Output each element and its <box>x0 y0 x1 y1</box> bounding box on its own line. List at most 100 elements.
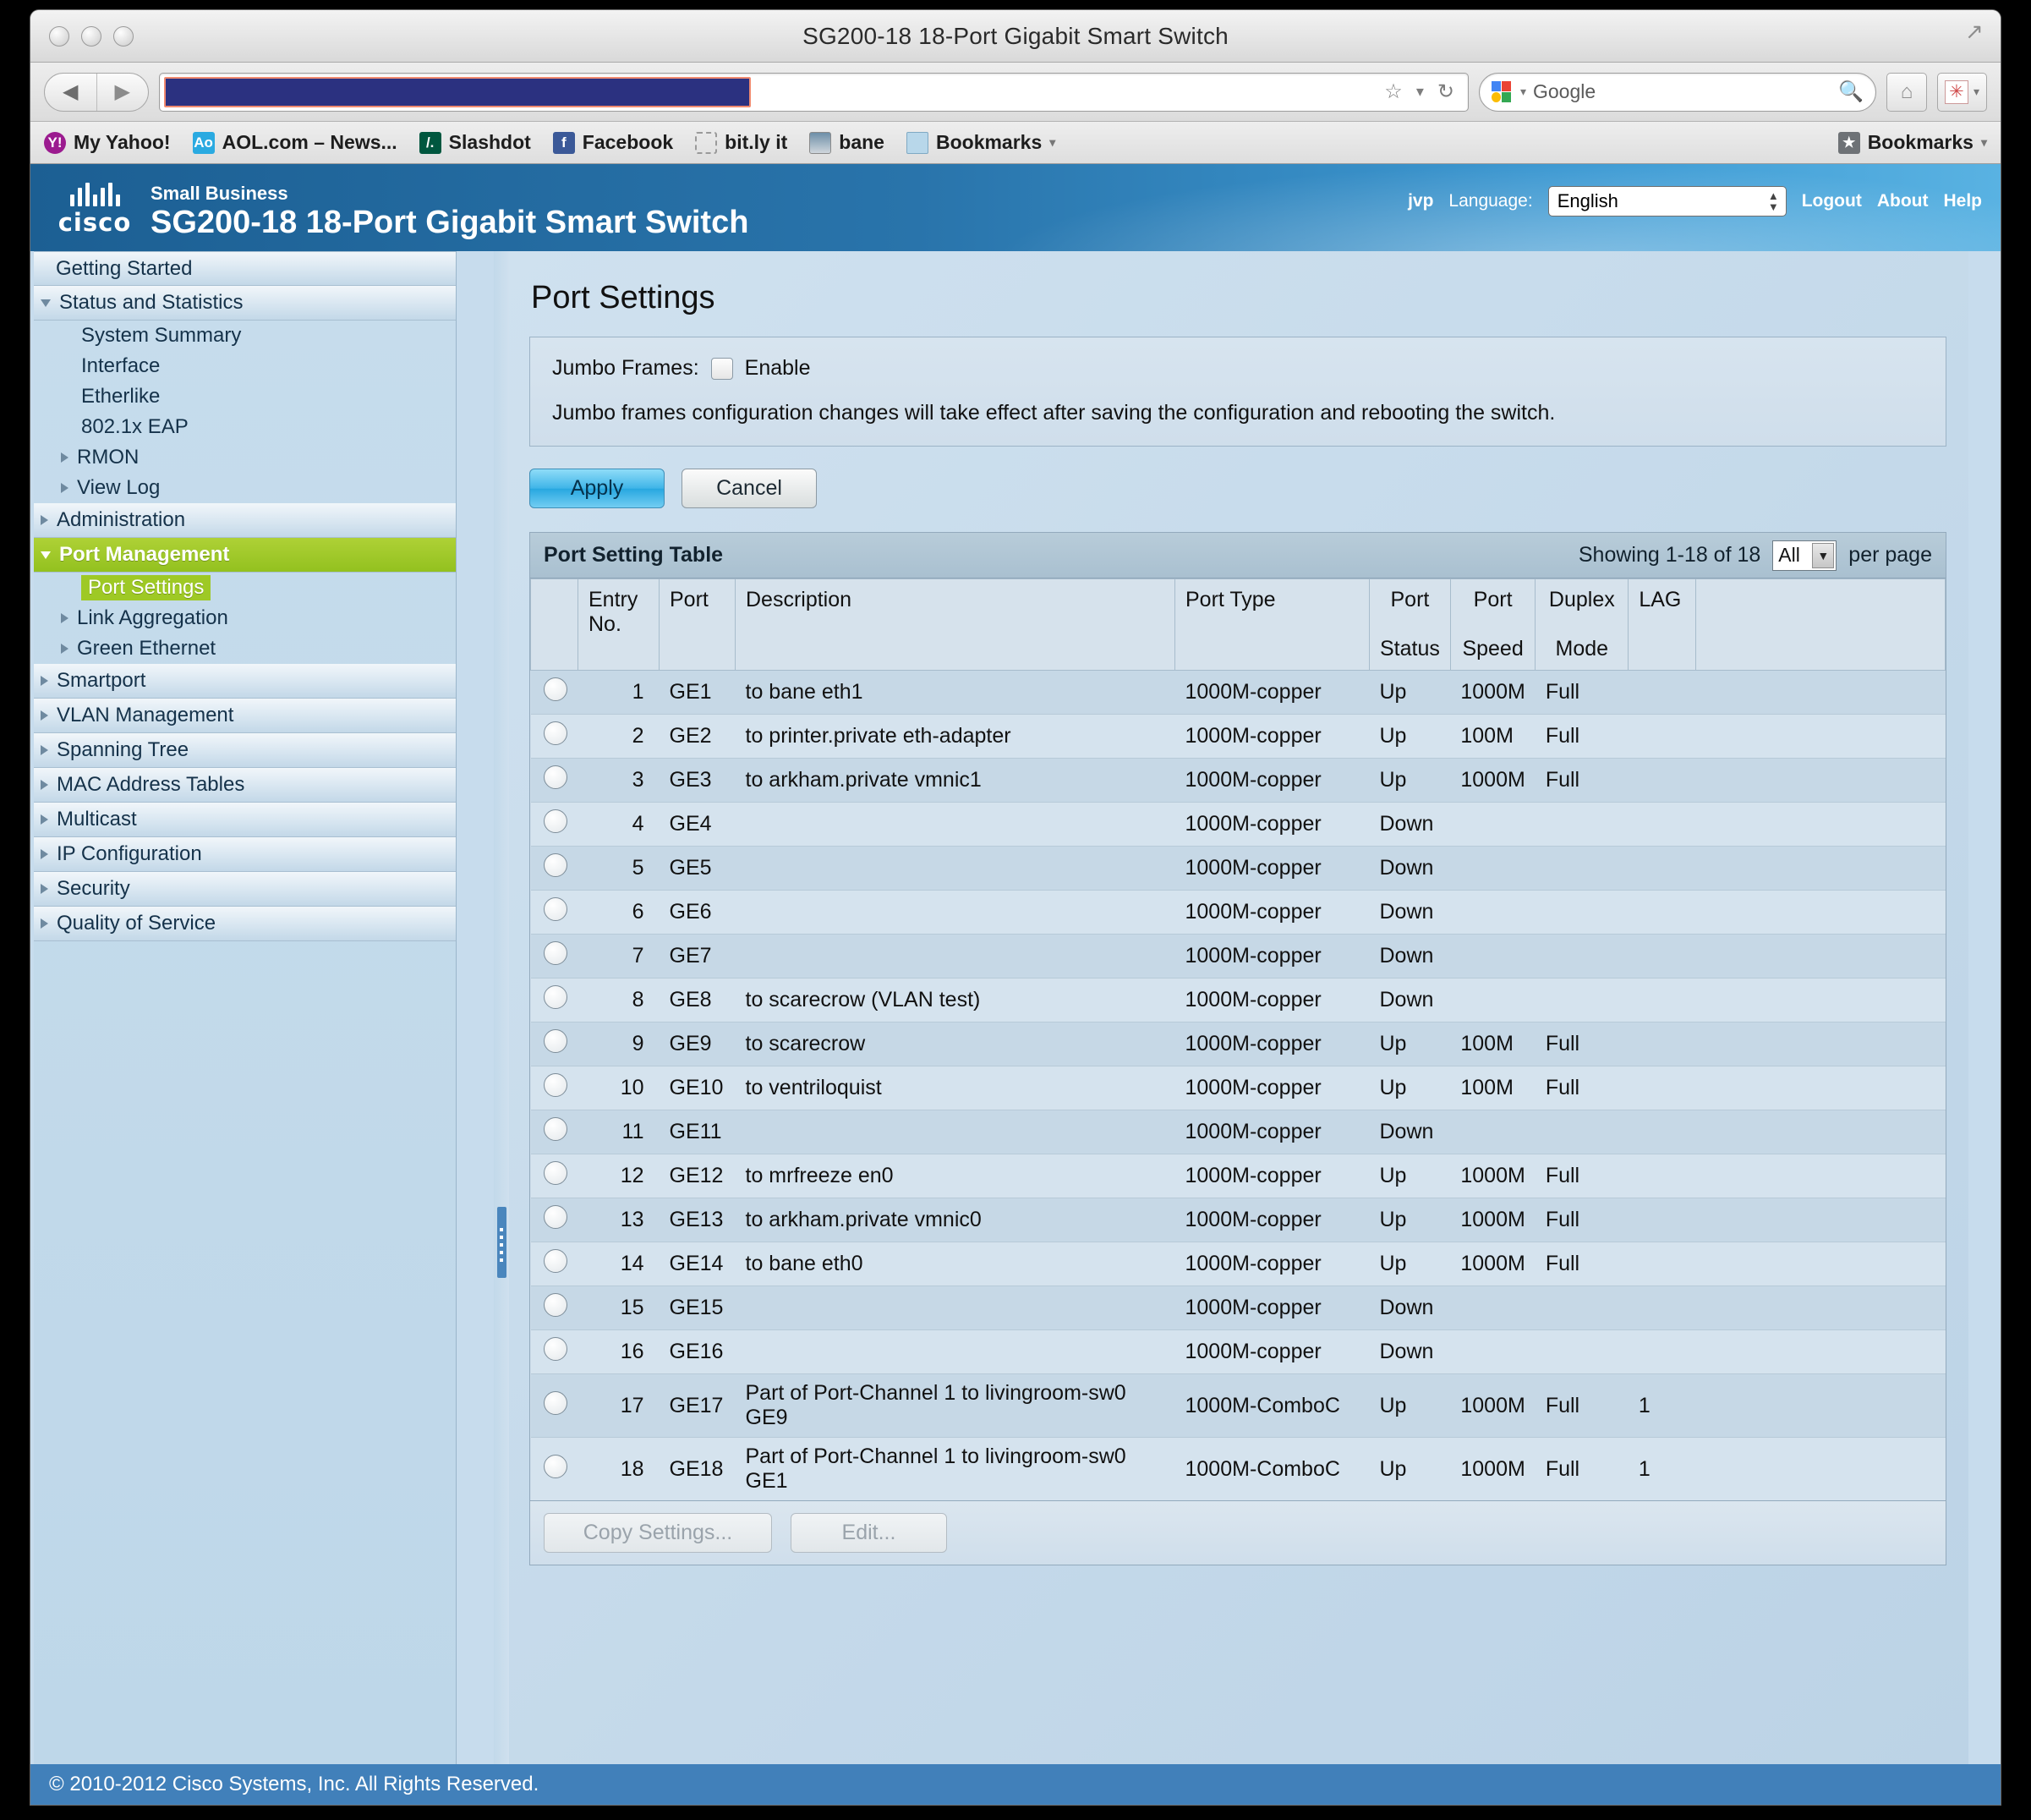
cancel-button[interactable]: Cancel <box>682 469 817 508</box>
chevron-down-icon[interactable] <box>41 551 51 559</box>
close-button[interactable] <box>49 26 69 47</box>
row-select-cell[interactable] <box>530 1198 578 1242</box>
sidebar-item-getting-started[interactable]: Getting Started <box>34 251 456 286</box>
sidebar-item-vlan-management[interactable]: VLAN Management <box>34 699 456 733</box>
chevron-right-icon[interactable] <box>41 710 48 721</box>
sidebar-item-status-and-statistics[interactable]: Status and Statistics <box>34 286 456 321</box>
row-select-cell[interactable] <box>530 714 578 759</box>
bookmark-star-icon[interactable]: ☆ <box>1384 79 1403 104</box>
bookmark-folder-bookmarks[interactable]: Bookmarks ▾ <box>906 131 1055 154</box>
table-row[interactable]: 13 GE13 to arkham.private vmnic0 1000M-copp… <box>530 1198 1946 1242</box>
row-radio-button[interactable] <box>543 765 567 789</box>
reload-icon[interactable]: ↻ <box>1437 79 1454 104</box>
chevron-right-icon[interactable] <box>41 884 48 894</box>
table-row[interactable]: 4 GE4 1000M-copper Down <box>530 802 1946 847</box>
search-icon[interactable]: 🔍 <box>1838 79 1864 104</box>
row-select-cell[interactable] <box>530 1110 578 1154</box>
bookmarks-menu-button[interactable]: ★ Bookmarks ▾ <box>1837 131 1987 154</box>
bookmark-slashdot[interactable]: /. Slashdot <box>419 131 531 154</box>
chevron-right-icon[interactable] <box>41 849 48 859</box>
sidebar-item-ip-configuration[interactable]: IP Configuration <box>34 837 456 872</box>
sidebar-item-green-ethernet[interactable]: Green Ethernet <box>34 633 456 664</box>
table-row[interactable]: 3 GE3 to arkham.private vmnic1 1000M-copper… <box>530 758 1946 803</box>
chevron-right-icon[interactable] <box>41 918 48 929</box>
per-page-select[interactable]: All ▼ <box>1772 540 1837 571</box>
row-radio-button[interactable] <box>543 677 567 701</box>
chevron-right-icon[interactable] <box>41 676 48 686</box>
row-radio-button[interactable] <box>543 809 567 833</box>
row-radio-button[interactable] <box>543 1029 567 1053</box>
sidebar-item-port-management[interactable]: Port Management <box>34 538 456 573</box>
home-button[interactable]: ⌂ <box>1886 72 1927 112</box>
sidebar-item-port-settings[interactable]: Port Settings <box>34 573 456 603</box>
chevron-right-icon[interactable] <box>61 613 68 623</box>
back-button[interactable]: ◀ <box>45 73 97 111</box>
row-radio-button[interactable] <box>543 941 567 965</box>
row-radio-button[interactable] <box>543 1205 567 1229</box>
row-select-cell[interactable] <box>530 1286 578 1330</box>
nav-back-forward[interactable]: ◀ ▶ <box>44 72 149 112</box>
table-row[interactable]: 8 GE8 to scarecrow (VLAN test) 1000M-copper… <box>530 978 1946 1022</box>
row-radio-button[interactable] <box>543 897 567 921</box>
table-row[interactable]: 12 GE12 to mrfreeze en0 1000M-copper Up 1000M… <box>530 1154 1946 1198</box>
table-row[interactable]: 14 GE14 to bane eth0 1000M-copper Up 1000M Ful… <box>530 1242 1946 1286</box>
current-user[interactable]: jvp <box>1408 191 1433 211</box>
chevron-down-icon[interactable] <box>41 299 51 307</box>
table-row[interactable]: 18 GE18 Part of Port-Channel 1 to livingro… <box>530 1437 1946 1500</box>
sidebar-item-rmon[interactable]: RMON <box>34 442 456 473</box>
jumbo-frames-checkbox[interactable] <box>710 357 733 380</box>
apply-button[interactable]: Apply <box>529 469 665 508</box>
language-select[interactable]: English ▲ ▼ <box>1547 186 1787 217</box>
table-row[interactable]: 2 GE2 to printer.private eth-adapter 1000M-… <box>530 714 1946 759</box>
url-input[interactable]: ☆ ▾ ↻ <box>159 72 1469 112</box>
resize-corner-icon[interactable]: ↗ <box>1965 20 1987 42</box>
chevron-down-icon[interactable]: ▾ <box>1416 83 1424 101</box>
sidebar-item-spanning-tree[interactable]: Spanning Tree <box>34 733 456 768</box>
search-input[interactable]: ▾ Google 🔍 <box>1478 72 1876 112</box>
row-radio-button[interactable] <box>543 985 567 1009</box>
chevron-right-icon[interactable] <box>41 745 48 755</box>
copy-settings-button[interactable]: Copy Settings... <box>544 1513 772 1553</box>
chevron-down-icon[interactable]: ▾ <box>1974 85 1979 99</box>
row-select-cell[interactable] <box>530 1329 578 1374</box>
sidebar-item-administration[interactable]: Administration <box>34 503 456 538</box>
table-row[interactable]: 7 GE7 1000M-copper Down <box>530 934 1946 979</box>
chevron-right-icon[interactable] <box>61 644 68 654</box>
table-row[interactable]: 16 GE16 1000M-copper Down <box>530 1329 1946 1374</box>
row-radio-button[interactable] <box>543 1073 567 1097</box>
sidebar-item-etherlike[interactable]: Etherlike <box>34 381 456 412</box>
row-select-cell[interactable] <box>530 670 578 715</box>
row-radio-button[interactable] <box>543 1293 567 1317</box>
bookmark-bane[interactable]: bane <box>809 131 884 154</box>
sidebar-item-multicast[interactable]: Multicast <box>34 803 456 837</box>
sidebar-item-view-log[interactable]: View Log <box>34 473 456 503</box>
table-row[interactable]: 11 GE11 1000M-copper Down <box>530 1110 1946 1154</box>
chevron-down-icon[interactable]: ▾ <box>1049 135 1055 150</box>
row-select-cell[interactable] <box>530 934 578 979</box>
sidebar-item-smartport[interactable]: Smartport <box>34 664 456 699</box>
about-link[interactable]: About <box>1877 191 1929 211</box>
table-row[interactable]: 15 GE15 1000M-copper Down <box>530 1286 1946 1330</box>
edit-button[interactable]: Edit... <box>791 1513 947 1553</box>
help-link[interactable]: Help <box>1943 191 1982 211</box>
sidebar-item-mac-address-tables[interactable]: MAC Address Tables <box>34 768 456 803</box>
sidebar-item-security[interactable]: Security <box>34 872 456 907</box>
chevron-right-icon[interactable] <box>41 515 48 525</box>
row-radio-button[interactable] <box>543 1249 567 1273</box>
row-select-cell[interactable] <box>530 978 578 1022</box>
row-radio-button[interactable] <box>543 1337 567 1361</box>
bookmark-aol[interactable]: Ao AOL.com – News... <box>192 131 397 154</box>
table-row[interactable]: 17 GE17 Part of Port-Channel 1 to livingro… <box>530 1373 1946 1438</box>
chevron-down-icon[interactable]: ▼ <box>1812 542 1835 568</box>
chevron-right-icon[interactable] <box>61 452 68 463</box>
table-row[interactable]: 5 GE5 1000M-copper Down <box>530 846 1946 891</box>
chevron-right-icon[interactable] <box>41 814 48 825</box>
bookmark-bitly[interactable]: bit.ly it <box>695 131 787 154</box>
sidebar-item-system-summary[interactable]: System Summary <box>34 321 456 351</box>
table-row[interactable]: 1 GE1 to bane eth1 1000M-copper Up 1000M Full <box>530 670 1946 715</box>
row-select-cell[interactable] <box>530 758 578 803</box>
sidebar-item-quality-of-service[interactable]: Quality of Service <box>34 907 456 941</box>
row-select-cell[interactable] <box>530 1022 578 1066</box>
chevron-down-icon[interactable]: ▾ <box>1520 85 1526 99</box>
table-row[interactable]: 9 GE9 to scarecrow 1000M-copper Up 100M Full <box>530 1022 1946 1066</box>
